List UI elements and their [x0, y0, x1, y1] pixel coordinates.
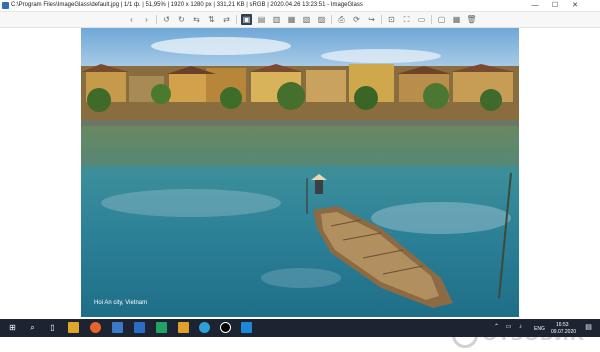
flip-vertical-icon[interactable]: ⇅: [206, 14, 217, 25]
image-viewer[interactable]: Hoi An city, Vietnam ОТЗОВИК: [0, 28, 600, 348]
telegram-icon[interactable]: [199, 322, 210, 333]
scale-height-icon[interactable]: ▦: [286, 14, 297, 25]
print-icon[interactable]: ⎙: [336, 14, 347, 25]
network-icon[interactable]: ▭: [503, 322, 514, 333]
gallery-icon[interactable]: ▦: [451, 14, 462, 25]
photo-illustration: [81, 28, 519, 317]
app-icon[interactable]: [112, 322, 123, 333]
toolbar-divider: [236, 15, 237, 24]
photo-hoi-an: [81, 28, 519, 317]
next-icon[interactable]: ›: [141, 14, 152, 25]
search-icon[interactable]: ⌕: [27, 322, 38, 333]
goto-icon[interactable]: ↪: [366, 14, 377, 25]
document-icon[interactable]: [178, 322, 189, 333]
media-icon[interactable]: [220, 322, 231, 333]
fullscreen-icon[interactable]: ⛶: [401, 14, 412, 25]
volume-icon[interactable]: ♪: [515, 322, 526, 333]
flip-icon[interactable]: ⇄: [221, 14, 232, 25]
refresh-icon[interactable]: ⟳: [351, 14, 362, 25]
excel-icon[interactable]: [156, 322, 167, 333]
word-icon[interactable]: [134, 322, 145, 333]
prev-icon[interactable]: ‹: [126, 14, 137, 25]
maximize-button[interactable]: ☐: [548, 0, 562, 11]
crop-icon[interactable]: ⊡: [386, 14, 397, 25]
fill-icon[interactable]: ▨: [316, 14, 327, 25]
minimize-button[interactable]: —: [528, 0, 542, 11]
lock-zoom-icon[interactable]: ▤: [256, 14, 267, 25]
firefox-icon[interactable]: [90, 322, 101, 333]
slideshow-icon[interactable]: ▭: [416, 14, 427, 25]
toolbar-divider: [156, 15, 157, 24]
image-caption: Hoi An city, Vietnam: [94, 300, 148, 306]
file-explorer-icon[interactable]: [68, 322, 79, 333]
window-title: C:\Program Files\ImageGlass\default.jpg …: [11, 2, 363, 8]
clock-time[interactable]: 16:53: [556, 322, 569, 328]
notification-icon[interactable]: ▤: [583, 322, 594, 333]
toolbar-divider: [431, 15, 432, 24]
rotate-left-icon[interactable]: ↺: [161, 14, 172, 25]
close-button[interactable]: ✕: [568, 0, 582, 11]
language-indicator[interactable]: ENG: [534, 326, 545, 332]
rotate-right-icon[interactable]: ↻: [176, 14, 187, 25]
imageglass-taskbar-icon[interactable]: [241, 322, 252, 333]
imageglass-app-icon: [2, 2, 9, 9]
auto-zoom-icon[interactable]: ▣: [241, 14, 252, 25]
tray-chevron-icon[interactable]: ⌃: [491, 322, 502, 333]
windows-taskbar: ⊞ ⌕ ▯ ⌃ ▭ ♪ ENG 16:53 09.07.2020 ▤: [0, 319, 600, 337]
scale-width-icon[interactable]: ▥: [271, 14, 282, 25]
toolbar-divider: [381, 15, 382, 24]
task-view-icon[interactable]: ▯: [47, 322, 58, 333]
flip-horizontal-icon[interactable]: ⇆: [191, 14, 202, 25]
title-bar: C:\Program Files\ImageGlass\default.jpg …: [0, 0, 600, 12]
fit-icon[interactable]: ▧: [301, 14, 312, 25]
windows-start-icon[interactable]: ⊞: [7, 322, 18, 333]
toolbar: ‹ › ↺ ↻ ⇆ ⇅ ⇄ ▣ ▤ ▥ ▦ ▧ ▨ ⎙ ⟳ ↪ ⊡ ⛶ ▭ ▢ …: [0, 12, 600, 28]
thumbnail-icon[interactable]: ▢: [436, 14, 447, 25]
clock-date[interactable]: 09.07.2020: [551, 329, 576, 335]
delete-icon[interactable]: 🗑: [466, 14, 477, 25]
toolbar-divider: [331, 15, 332, 24]
